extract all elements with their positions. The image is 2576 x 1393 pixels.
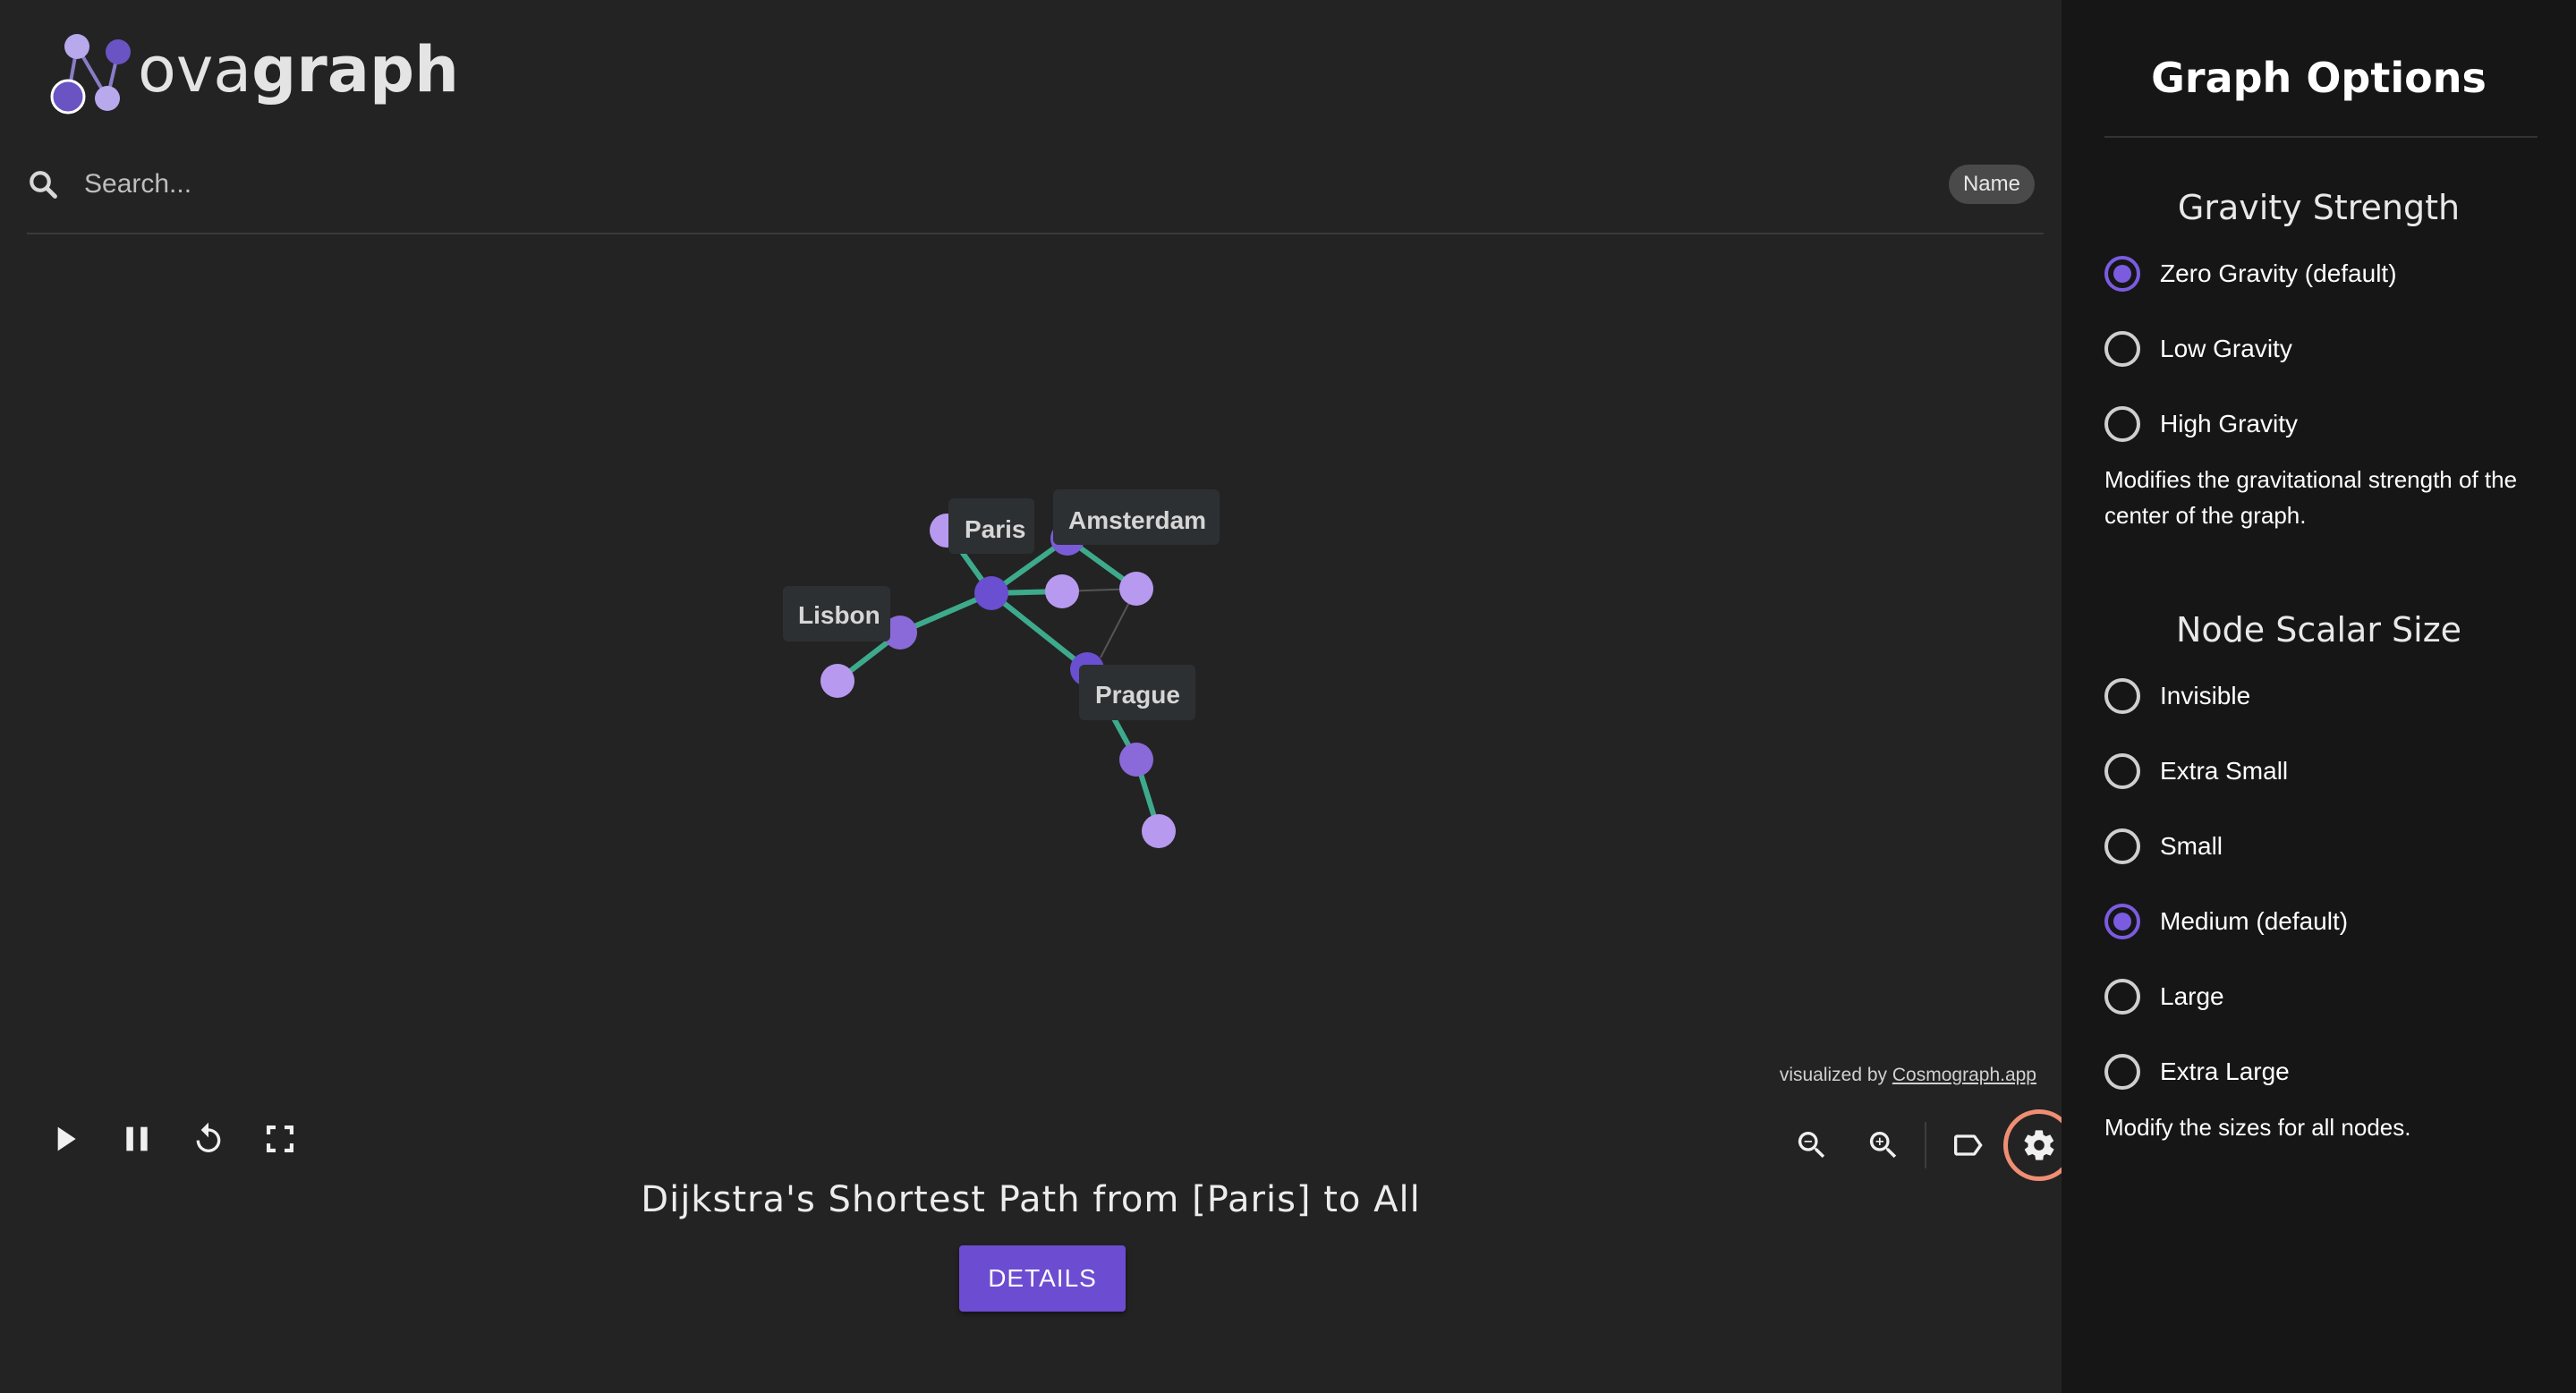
label-toggle-button[interactable]	[1932, 1113, 2003, 1177]
node-label-prague: Prague	[1095, 681, 1180, 709]
radio-label: Large	[2160, 982, 2224, 1010]
radio-invisible[interactable]: Invisible	[2104, 674, 2250, 718]
pause-button[interactable]	[116, 1118, 157, 1159]
graph-options-panel: Graph Options Gravity Strength Zero Grav…	[2062, 0, 2576, 1393]
search-bar: Name	[27, 161, 2044, 234]
credit-text: visualized by Cosmograph.app	[1780, 1065, 2036, 1086]
radio-button[interactable]	[2104, 678, 2140, 714]
zoom-in-icon	[1869, 1132, 1897, 1159]
radio-low-gravity[interactable]: Low Gravity	[2104, 327, 2292, 371]
radio-label: Medium (default)	[2160, 907, 2349, 935]
controls-divider	[1925, 1122, 1926, 1168]
graph-svg[interactable]: Paris Amsterdam Lisbon Prague	[27, 237, 2062, 1096]
details-button[interactable]: DETAILS	[959, 1245, 1126, 1312]
node-size-section-title: Node Scalar Size	[2175, 610, 2462, 650]
credit-prefix: visualized by	[1779, 1065, 1892, 1085]
radio-large[interactable]: Large	[2104, 974, 2224, 1019]
radio-label: Zero Gravity (default)	[2160, 259, 2397, 287]
radio-zero-gravity[interactable]: Zero Gravity (default)	[2104, 251, 2397, 296]
playback-controls	[45, 1118, 301, 1159]
gear-icon	[2024, 1130, 2054, 1160]
node-size-description: Modify the sizes for all nodes.	[2104, 1114, 2411, 1141]
node-label-amsterdam: Amsterdam	[1068, 506, 1206, 534]
pause-icon	[126, 1126, 148, 1151]
graph-node	[1045, 574, 1079, 608]
graph-canvas[interactable]: Paris Amsterdam Lisbon Prague	[27, 237, 2062, 1096]
radio-button[interactable]	[2104, 828, 2140, 864]
view-controls	[1776, 1109, 2075, 1181]
cosmograph-link[interactable]: Cosmograph.app	[1892, 1065, 2036, 1085]
play-icon	[57, 1126, 76, 1151]
radio-button[interactable]	[2104, 1054, 2140, 1090]
radio-extra-small[interactable]: Extra Small	[2104, 749, 2288, 794]
graph-node	[1119, 572, 1153, 606]
radio-label: Extra Large	[2160, 1057, 2290, 1085]
radio-button[interactable]	[2104, 753, 2140, 789]
restart-icon	[196, 1122, 221, 1152]
graph-node	[1142, 814, 1176, 848]
zoom-out-icon	[1798, 1132, 1825, 1159]
logo-icon	[50, 34, 131, 115]
logo-text: ovagraph	[138, 33, 459, 106]
main-area: ovagraph Name	[0, 0, 2075, 1393]
radio-small[interactable]: Small	[2104, 824, 2223, 869]
fullscreen-icon	[267, 1125, 293, 1152]
radio-button[interactable]	[2104, 256, 2140, 292]
radio-label: High Gravity	[2160, 410, 2299, 437]
radio-button[interactable]	[2104, 904, 2140, 939]
radio-high-gravity[interactable]: High Gravity	[2104, 402, 2298, 446]
radio-button[interactable]	[2104, 979, 2140, 1015]
zoom-in-button[interactable]	[1848, 1113, 1919, 1177]
node-label-paris: Paris	[965, 515, 1026, 543]
zoom-out-button[interactable]	[1776, 1113, 1848, 1177]
node-label-lisbon: Lisbon	[798, 601, 880, 629]
label-icon	[1954, 1134, 1983, 1156]
search-icon	[30, 171, 57, 199]
graph-node	[1119, 743, 1153, 777]
graph-node	[974, 576, 1008, 610]
gravity-description: Modifies the gravitational strength of t…	[2104, 466, 2518, 529]
radio-label: Small	[2160, 832, 2223, 860]
fullscreen-button[interactable]	[259, 1118, 301, 1159]
panel-divider	[2104, 136, 2538, 138]
radio-label: Extra Small	[2160, 757, 2289, 785]
radio-button[interactable]	[2104, 331, 2140, 367]
radio-label: Invisible	[2160, 682, 2251, 709]
search-field-chip[interactable]: Name	[1948, 165, 2035, 204]
radio-medium[interactable]: Medium (default)	[2104, 899, 2348, 944]
result-title: Dijkstra's Shortest Path from [Paris] to…	[641, 1179, 1421, 1220]
logo: ovagraph	[45, 27, 459, 125]
play-button[interactable]	[45, 1118, 86, 1159]
radio-extra-large[interactable]: Extra Large	[2104, 1049, 2290, 1094]
radio-label: Low Gravity	[2160, 335, 2292, 362]
graph-node	[820, 664, 854, 698]
restart-button[interactable]	[188, 1118, 229, 1159]
radio-button[interactable]	[2104, 406, 2140, 442]
search-input[interactable]	[84, 161, 1784, 208]
gravity-section-title: Gravity Strength	[2177, 188, 2461, 227]
panel-title: Graph Options	[2151, 54, 2487, 102]
